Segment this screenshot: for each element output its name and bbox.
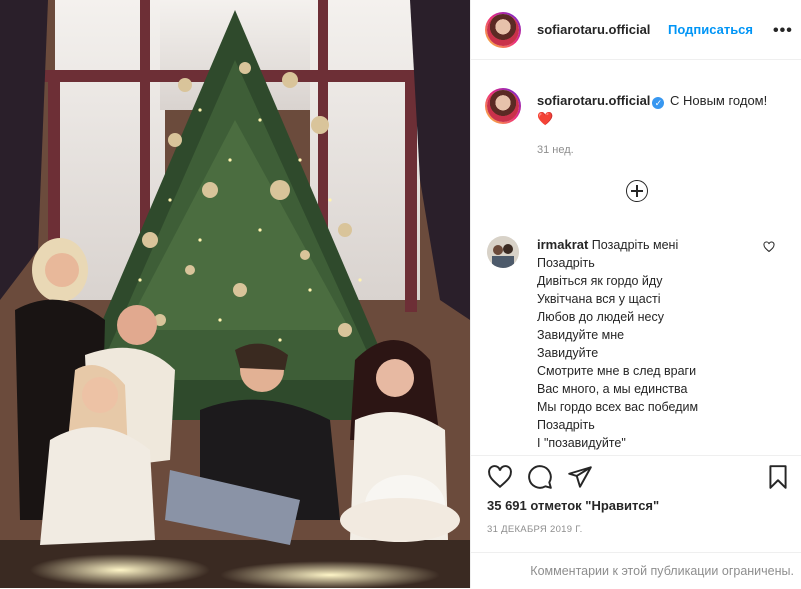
plus-circle-icon[interactable] [626, 180, 648, 202]
comment-line: Смотрите мне в след враги [537, 364, 697, 378]
comment-line: Вас много, а мы единства [537, 382, 688, 396]
likes-count[interactable]: 35 691 отметок "Нравится" [487, 498, 659, 513]
more-options-icon[interactable]: ••• [773, 22, 793, 40]
verified-badge-icon: ✓ [652, 97, 665, 109]
comment-line: Завидуйте [537, 346, 599, 360]
post-header: sofiarotaru.official Подписаться ••• [471, 0, 801, 60]
caption-time[interactable]: 31 нед. [537, 144, 574, 156]
post-caption: sofiarotaru.official ✓ С Новым годом! ❤️ [537, 92, 777, 128]
comment: irmakrat Позадріть мені Позадріть Дивіть… [537, 236, 767, 452]
comment-line: І "позавидуйте" [537, 436, 626, 450]
comment-line: Позадріть [537, 418, 595, 432]
comment-line: Уквітчана вся у щасті [537, 292, 661, 306]
post-photo[interactable] [0, 0, 470, 588]
comment-line: Позадріть мені [591, 238, 679, 252]
caption-username[interactable]: sofiarotaru.official [537, 93, 650, 108]
post-side-panel: sofiarotaru.official Подписаться ••• sof… [470, 0, 801, 588]
author-username[interactable]: sofiarotaru.official [537, 22, 650, 37]
caption-avatar[interactable] [485, 88, 521, 124]
heart-small-icon[interactable] [763, 240, 775, 256]
comment-line: Позадріть [537, 256, 595, 270]
follow-button[interactable]: Подписаться [668, 22, 753, 37]
comment-line: Любов до людей несу [537, 310, 664, 324]
commenter-avatar[interactable] [487, 236, 519, 268]
author-avatar[interactable] [485, 12, 521, 48]
family-christmas-photo [0, 0, 470, 588]
caption-text: С Новым годом! [670, 93, 768, 108]
comment-line: Мы гордо всех вас победим [537, 400, 699, 414]
heart-emoji-icon: ❤️ [537, 111, 554, 126]
share-icon[interactable] [567, 464, 593, 490]
comment-line: Завидуйте мне [537, 328, 625, 342]
comment-line: Дивіться як гордо йду [537, 274, 663, 288]
heart-icon[interactable] [487, 464, 513, 490]
post-actions: 35 691 отметок "Нравится" 31 ДЕКАБРЯ 201… [471, 455, 801, 588]
commenter-username[interactable]: irmakrat [537, 237, 588, 252]
comments-limited-notice: Комментарии к этой публикации ограничены… [471, 552, 801, 589]
bookmark-icon[interactable] [765, 464, 791, 490]
post-date[interactable]: 31 ДЕКАБРЯ 2019 Г. [487, 524, 583, 535]
comment-icon[interactable] [527, 464, 553, 490]
